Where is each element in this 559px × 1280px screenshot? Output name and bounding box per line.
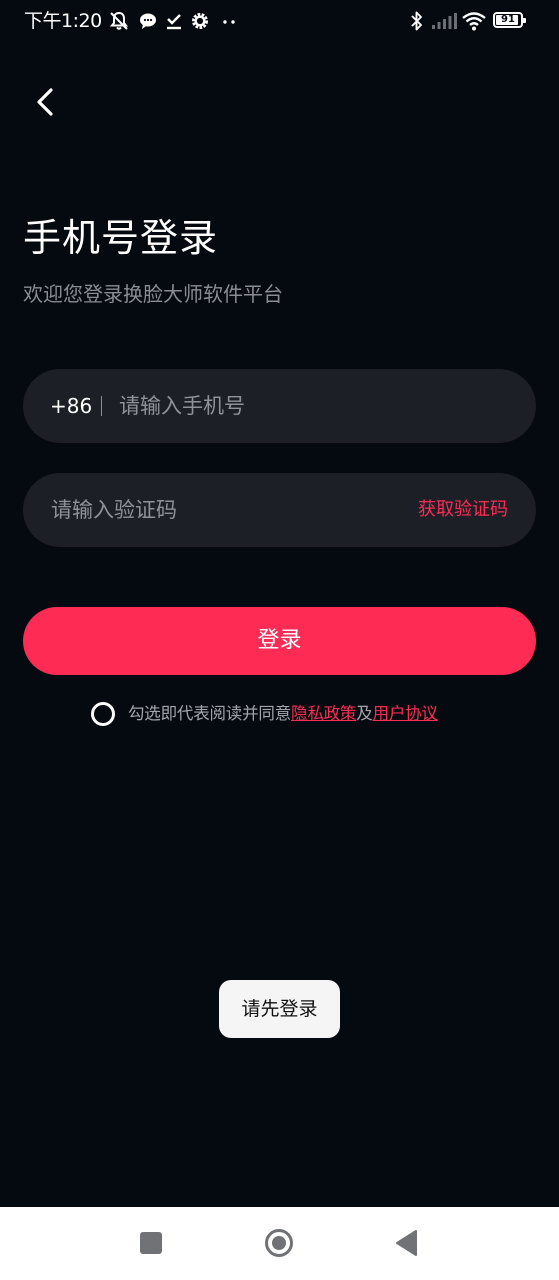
battery-nub: [523, 18, 526, 23]
agreement-text: 勾选即代表阅读并同意隐私政策及用户协议: [128, 701, 438, 727]
recents-square-icon[interactable]: [140, 1232, 162, 1254]
page-title: 手机号登录: [23, 216, 219, 260]
agreement-prefix: 勾选即代表阅读并同意: [128, 704, 292, 723]
mute-notification-icon: [109, 11, 129, 30]
page-subtitle: 欢迎您登录换脸大师软件平台: [23, 282, 283, 306]
back-button[interactable]: [24, 80, 68, 124]
verification-code-input[interactable]: [51, 487, 391, 533]
country-code[interactable]: +86: [50, 393, 92, 419]
status-time: 下午1:20: [24, 10, 102, 32]
cellular-signal-icon: [432, 13, 457, 29]
country-code-divider: [101, 396, 102, 416]
more-dots-icon: [223, 20, 235, 24]
bluetooth-icon: [411, 11, 422, 31]
agreement-and: 及: [356, 704, 373, 723]
verification-code-field[interactable]: 获取验证码: [23, 473, 536, 547]
get-code-button[interactable]: 获取验证码: [418, 498, 508, 522]
user-agreement-link[interactable]: 用户协议: [373, 704, 438, 723]
download-done-icon: [167, 14, 181, 30]
settings-gear-icon: [192, 13, 208, 29]
battery-level-text: 91: [501, 14, 515, 25]
toast-message: 请先登录: [219, 980, 340, 1038]
privacy-policy-link[interactable]: 隐私政策: [291, 704, 356, 723]
navigation-bar: [0, 1207, 559, 1280]
phone-input[interactable]: [119, 383, 499, 429]
wifi-icon: [462, 12, 486, 31]
login-screen: 下午1:20 91 手机号登录 欢迎您登录换脸大师软件平台 +86 请输入手机号…: [0, 0, 559, 1280]
chat-bubble-icon: [140, 13, 156, 29]
home-circle-icon[interactable]: [264, 1228, 294, 1258]
agreement-checkbox[interactable]: [91, 702, 115, 726]
status-bar: 下午1:20 91: [0, 0, 559, 42]
chevron-left-icon: [37, 88, 53, 116]
phone-number-field[interactable]: +86: [23, 369, 536, 443]
login-button[interactable]: 登录: [23, 607, 536, 675]
back-triangle-icon[interactable]: [394, 1229, 418, 1257]
battery-icon: 91: [493, 12, 526, 28]
